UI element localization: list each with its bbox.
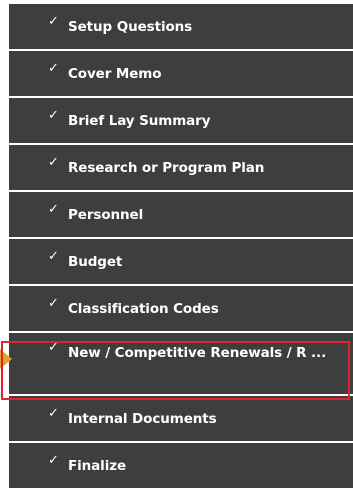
nav-item-brief-lay-summary[interactable]: ✓ Brief Lay Summary <box>9 98 353 143</box>
checkmark-icon: ✓ <box>48 249 59 264</box>
nav-item-internal-documents[interactable]: ✓ Internal Documents <box>9 396 353 441</box>
checkmark-icon: ✓ <box>48 453 59 468</box>
nav-item-label: Internal Documents <box>68 411 217 427</box>
checkmark-icon: ✓ <box>48 296 59 311</box>
nav-item-personnel[interactable]: ✓ Personnel <box>9 192 353 237</box>
nav-item-label: Research or Program Plan <box>68 160 265 176</box>
checkmark-icon: ✓ <box>48 108 59 123</box>
nav-item-setup-questions[interactable]: ✓ Setup Questions <box>9 4 353 49</box>
nav-item-new-competitive-renewals[interactable]: ✓ New / Competitive Renewals / R ... <box>0 333 353 394</box>
nav-item-label: Budget <box>68 254 123 270</box>
checkmark-icon: ✓ <box>48 340 59 355</box>
section-navigation: ✓ Setup Questions ✓ Cover Memo ✓ Brief L… <box>0 0 353 498</box>
section-list: ✓ Setup Questions ✓ Cover Memo ✓ Brief L… <box>0 4 353 490</box>
nav-item-label: Finalize <box>68 458 127 474</box>
nav-item-label: Cover Memo <box>68 66 162 82</box>
checkmark-icon: ✓ <box>48 406 59 421</box>
checkmark-icon: ✓ <box>48 202 59 217</box>
nav-item-research-or-program-plan[interactable]: ✓ Research or Program Plan <box>9 145 353 190</box>
nav-item-budget[interactable]: ✓ Budget <box>9 239 353 284</box>
nav-item-label: New / Competitive Renewals / R ... <box>68 345 327 361</box>
nav-item-label: Setup Questions <box>68 19 193 35</box>
nav-item-finalize[interactable]: ✓ Finalize <box>9 443 353 488</box>
checkmark-icon: ✓ <box>48 155 59 170</box>
checkmark-icon: ✓ <box>48 14 59 29</box>
nav-item-label: Classification Codes <box>68 301 219 317</box>
nav-item-cover-memo[interactable]: ✓ Cover Memo <box>9 51 353 96</box>
checkmark-icon: ✓ <box>48 61 59 76</box>
nav-item-label: Personnel <box>68 207 144 223</box>
triangle-pointer-icon <box>0 349 12 369</box>
nav-item-label: Brief Lay Summary <box>68 113 211 129</box>
nav-item-classification-codes[interactable]: ✓ Classification Codes <box>9 286 353 331</box>
